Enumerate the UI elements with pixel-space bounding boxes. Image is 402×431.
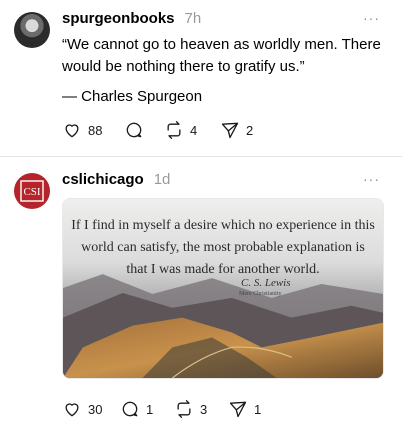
comment-count: 1 — [146, 401, 154, 417]
post-header: spurgeonbooks 7h — [62, 10, 201, 27]
repost-count: 3 — [200, 401, 208, 417]
heart-icon — [65, 403, 79, 417]
image-signature: C. S. Lewis — [241, 277, 291, 289]
image-quote-text: If I find in myself a desire which no ex… — [71, 218, 375, 277]
more-options-icon[interactable]: ··· — [363, 10, 380, 26]
comment-icon — [122, 401, 138, 417]
share-count: 1 — [254, 401, 262, 417]
thread-post: spurgeonbooks 7h ··· “We cannot go to he… — [0, 0, 402, 156]
post-attribution: — Charles Spurgeon — [62, 88, 203, 105]
more-options-icon[interactable]: ··· — [363, 171, 380, 187]
post-text: “We cannot go to heaven as worldly men. … — [62, 36, 381, 75]
share-icon — [221, 122, 239, 139]
post-actions: 30 1 3 1 — [62, 399, 261, 419]
username[interactable]: cslichicago — [62, 171, 144, 188]
repost-icon — [177, 400, 191, 418]
repost-icon — [167, 121, 181, 139]
share-icon — [229, 401, 247, 418]
repost-button[interactable]: 3 — [174, 399, 228, 419]
share-button[interactable]: 2 — [220, 120, 253, 140]
heart-icon — [65, 124, 79, 138]
comment-icon — [126, 122, 142, 138]
timestamp: 7h — [184, 10, 202, 27]
post-header: cslichicago 1d — [62, 171, 170, 188]
share-count: 2 — [246, 122, 254, 138]
username[interactable]: spurgeonbooks — [62, 10, 175, 27]
avatar[interactable] — [14, 12, 50, 48]
like-button[interactable]: 30 — [62, 399, 120, 419]
like-count: 88 — [88, 122, 103, 138]
repost-button[interactable]: 4 — [164, 120, 220, 140]
image-book-title: Mere Christianity — [239, 291, 282, 297]
comment-button[interactable] — [124, 120, 164, 140]
avatar[interactable]: CSI — [14, 173, 50, 209]
share-button[interactable]: 1 — [228, 399, 261, 419]
like-count: 30 — [88, 401, 103, 417]
avatar-logo-text: CSI — [23, 186, 40, 198]
like-button[interactable]: 88 — [62, 120, 124, 140]
timestamp: 1d — [153, 171, 171, 188]
thread-post: CSI cslichicago 1d ··· If I find in myse… — [0, 157, 402, 431]
csl-logo-icon: CSI — [20, 180, 44, 202]
comment-button[interactable]: 1 — [120, 399, 174, 419]
post-image[interactable]: If I find in myself a desire which no ex… — [62, 198, 384, 379]
post-actions: 88 4 2 — [62, 120, 253, 140]
repost-count: 4 — [190, 122, 198, 138]
